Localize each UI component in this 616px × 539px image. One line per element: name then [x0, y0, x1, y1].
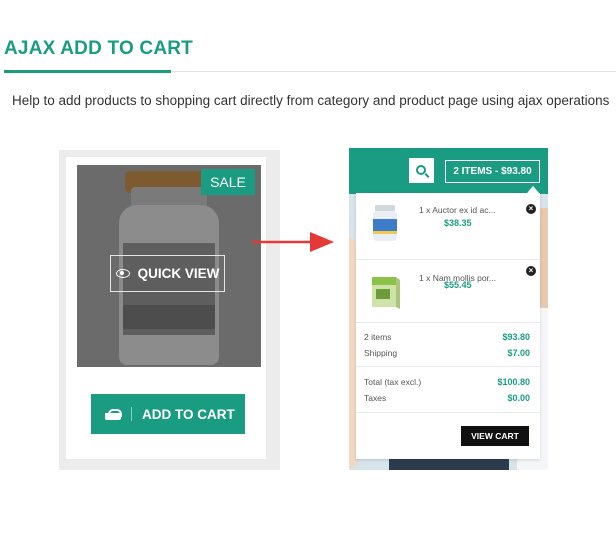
total-value: $100.80 — [497, 377, 530, 387]
quick-view-label: QUICK VIEW — [137, 266, 220, 281]
divider — [356, 259, 540, 260]
cart-item-price: $55.45 — [444, 280, 472, 290]
cart-item-price: $38.35 — [444, 218, 472, 228]
divider — [356, 322, 540, 323]
quick-view-button[interactable]: QUICK VIEW — [110, 255, 225, 292]
remove-item-icon[interactable]: × — [526, 204, 536, 214]
shipping-value: $7.00 — [507, 348, 530, 358]
section-description: Help to add products to shopping cart di… — [12, 93, 610, 108]
taxes-value: $0.00 — [507, 393, 530, 403]
search-icon — [415, 164, 426, 175]
section-title: AJAX ADD TO CART — [4, 38, 193, 59]
divider — [356, 366, 540, 367]
total-label: Total (tax excl.) — [364, 377, 422, 387]
add-to-cart-label: ADD TO CART — [142, 406, 235, 422]
items-count-label: 2 items — [364, 332, 392, 342]
cart-dropdown: 1 x Auctor ex id ac... $38.35 × 1 x Nam … — [356, 193, 540, 459]
items-subtotal-value: $93.80 — [502, 332, 530, 342]
button-separator — [131, 407, 132, 421]
product-thumbnail[interactable] — [370, 203, 400, 243]
basket-icon — [105, 408, 122, 420]
eye-icon — [115, 269, 130, 278]
arrow-right-icon — [252, 232, 334, 252]
search-button[interactable] — [409, 158, 434, 183]
cart-item: 1 x Nam mollis por... $55.45 × — [356, 261, 540, 323]
dropdown-caret — [527, 186, 539, 193]
cart-item-name[interactable]: 1 x Auctor ex id ac... — [419, 205, 496, 215]
cart-toggle-button[interactable]: 2 ITEMS - $93.80 — [445, 160, 540, 183]
view-cart-button[interactable]: VIEW CART — [461, 426, 529, 446]
product-thumbnail[interactable] — [370, 271, 400, 311]
cart-item: 1 x Auctor ex id ac... $38.35 × — [356, 193, 540, 255]
remove-item-icon[interactable]: × — [526, 266, 536, 276]
title-underline — [4, 70, 171, 73]
sale-badge: SALE — [201, 169, 255, 195]
bottle-label-band — [123, 305, 215, 329]
taxes-label: Taxes — [364, 393, 387, 403]
add-to-cart-button[interactable]: ADD TO CART — [91, 394, 245, 434]
shipping-label: Shipping — [364, 348, 398, 358]
divider — [356, 412, 540, 413]
